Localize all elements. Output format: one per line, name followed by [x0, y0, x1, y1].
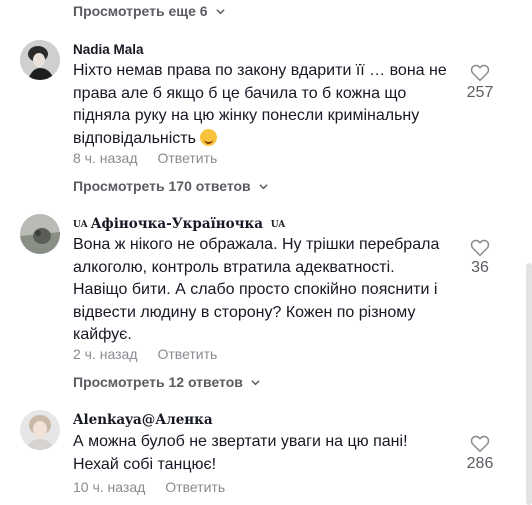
- comment-body: Ніхто немав права по закону вдарити її ……: [73, 62, 447, 147]
- chevron-down-icon: [259, 183, 268, 189]
- view-replies-button[interactable]: Просмотреть 170 ответов: [73, 175, 268, 197]
- heart-outline-icon: [470, 435, 490, 453]
- scrollbar[interactable]: [526, 263, 532, 505]
- reply-button[interactable]: Ответить: [157, 150, 217, 166]
- comment-username[interactable]: UA Афіночка-Україночка UA: [73, 216, 288, 232]
- flag-icon: UA: [270, 220, 286, 230]
- avatar-image: [20, 410, 60, 450]
- avatar-image: [20, 40, 60, 80]
- comment-text: Вона ж нікого не ображала. Ну трішки пер…: [73, 236, 440, 343]
- view-replies-label: Просмотреть 170 ответов: [73, 178, 251, 194]
- like-button[interactable]: 286: [462, 435, 498, 473]
- comment-time: 10 ч. назад: [73, 479, 146, 495]
- reply-button[interactable]: Ответить: [157, 346, 217, 362]
- comment-meta: 10 ч. назад Ответить: [73, 479, 225, 495]
- comment-time: 2 ч. назад: [73, 346, 138, 362]
- reply-button[interactable]: Ответить: [165, 479, 225, 495]
- like-count: 36: [471, 259, 489, 276]
- avatar[interactable]: [20, 410, 60, 450]
- view-more-label: Просмотреть еще 6: [73, 3, 208, 19]
- chevron-down-icon: [215, 8, 225, 14]
- comment-text: А можна булоб не звертати уваги на цю па…: [73, 433, 408, 473]
- view-more-comments-button[interactable]: Просмотреть еще 6: [73, 0, 225, 22]
- comment-meta: 8 ч. назад Ответить: [73, 150, 217, 166]
- comment-time: 8 ч. назад: [73, 150, 138, 166]
- comment-meta: 2 ч. назад Ответить: [73, 346, 217, 362]
- heart-outline-icon: [470, 64, 490, 82]
- like-count: 286: [466, 455, 494, 472]
- view-replies-label: Просмотреть 12 ответов: [73, 374, 243, 390]
- like-button[interactable]: 257: [462, 64, 498, 102]
- chevron-down-icon: [251, 379, 260, 385]
- view-replies-button[interactable]: Просмотреть 12 ответов: [73, 371, 260, 393]
- heart-outline-icon: [470, 239, 490, 257]
- like-count: 257: [466, 84, 494, 101]
- like-button[interactable]: 36: [462, 239, 498, 277]
- comment-text: Ніхто немав права по закону вдарити її ……: [73, 60, 448, 150]
- smiling-face-emoji-icon: [199, 128, 217, 146]
- comment-username-text: Афіночка-Україночка: [90, 216, 264, 232]
- avatar[interactable]: [20, 40, 60, 80]
- avatar-image: [20, 214, 60, 254]
- flag-icon: UA: [73, 220, 88, 230]
- comment-username[interactable]: Alenkaya@Аленка: [73, 412, 213, 428]
- avatar[interactable]: [20, 214, 60, 254]
- comment-username[interactable]: Nadia Mala: [73, 42, 144, 57]
